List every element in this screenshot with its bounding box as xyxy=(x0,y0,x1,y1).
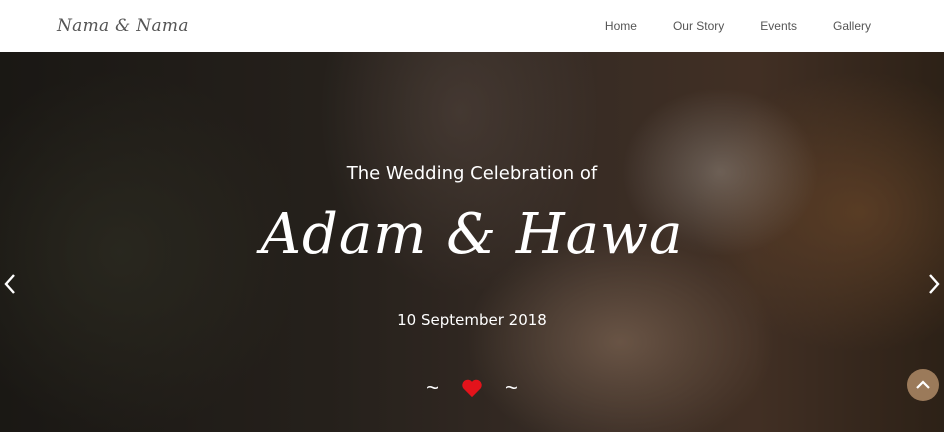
couple-names: Adam & Hawa xyxy=(260,202,684,267)
hero-content: The Wedding Celebration of Adam & Hawa 1… xyxy=(0,52,944,432)
nav-gallery[interactable]: Gallery xyxy=(833,19,871,33)
brand-logo[interactable]: Nama & Nama xyxy=(56,16,189,36)
chevron-up-icon xyxy=(916,380,930,389)
main-nav: Home Our Story Events Gallery xyxy=(605,19,871,33)
chevron-left-icon[interactable] xyxy=(3,273,17,301)
chevron-right-icon[interactable] xyxy=(927,273,941,301)
swirl-left-icon: ~ xyxy=(426,375,439,400)
back-to-top-button[interactable] xyxy=(907,369,939,401)
hero-subtitle: The Wedding Celebration of xyxy=(346,163,598,184)
heart-icon xyxy=(462,379,482,398)
hero-banner: The Wedding Celebration of Adam & Hawa 1… xyxy=(0,52,944,432)
wedding-date: 10 September 2018 xyxy=(397,311,547,329)
nav-home[interactable]: Home xyxy=(605,19,637,33)
nav-our-story[interactable]: Our Story xyxy=(673,19,724,33)
top-navbar: Nama & Nama Home Our Story Events Galler… xyxy=(0,0,944,52)
swirl-right-icon: ~ xyxy=(505,375,518,400)
heart-divider: ~ ~ xyxy=(0,377,944,399)
nav-events[interactable]: Events xyxy=(760,19,797,33)
